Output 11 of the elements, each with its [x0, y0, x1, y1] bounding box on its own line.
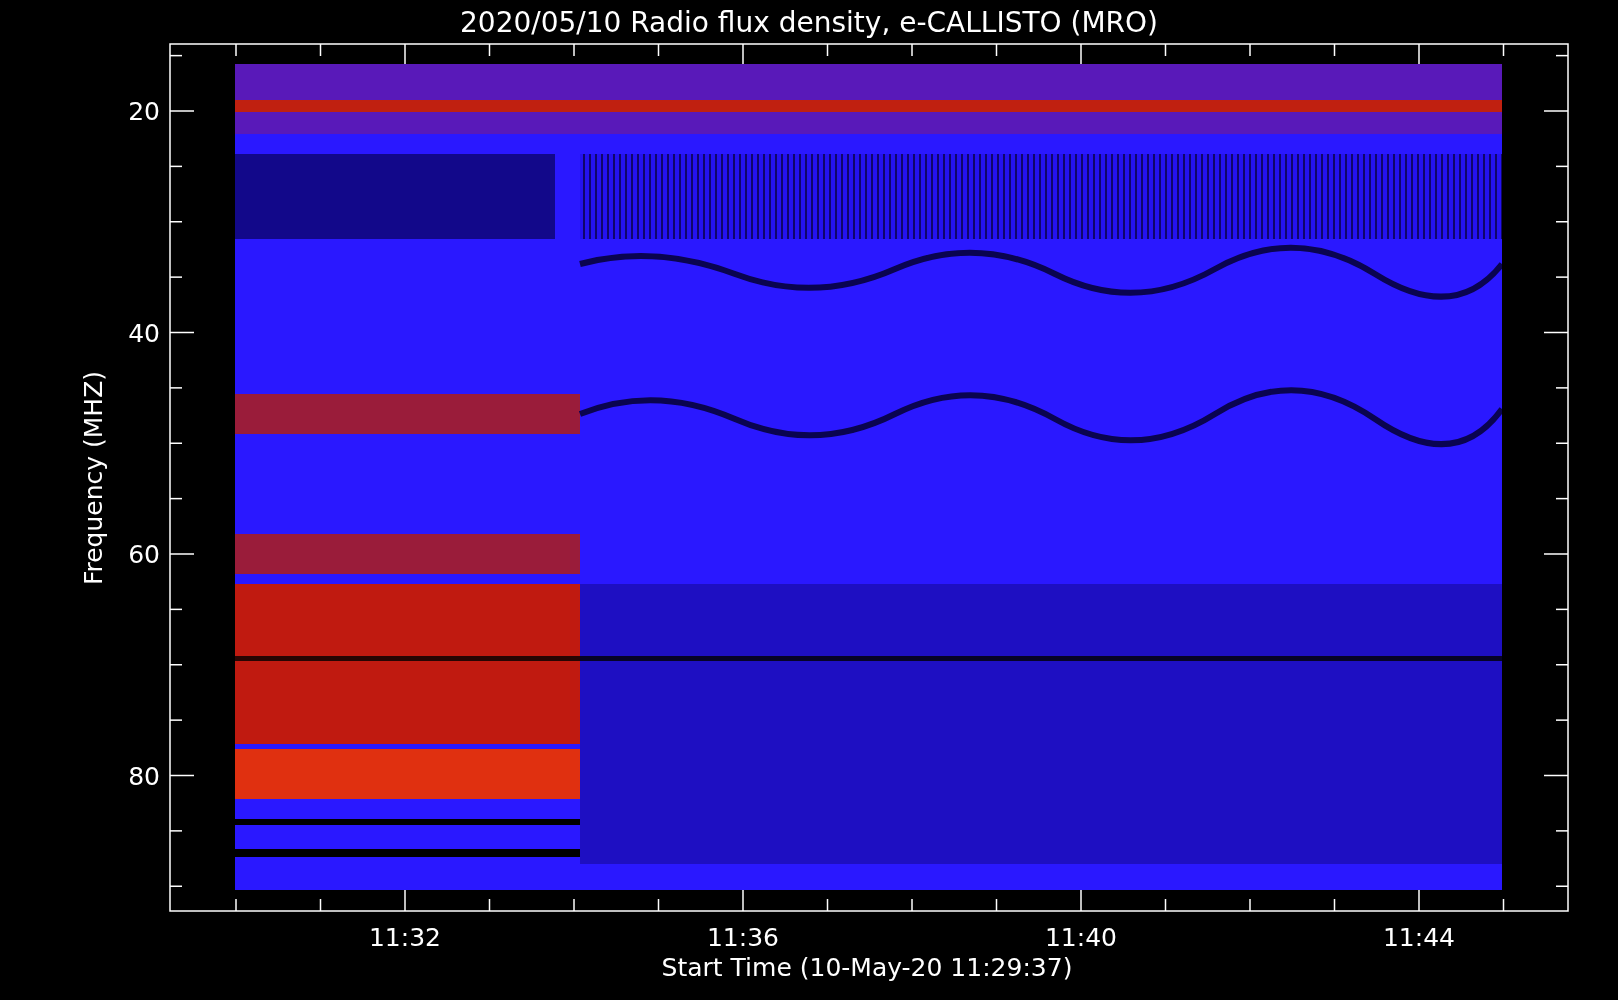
y-tick-label: 20: [128, 97, 160, 126]
x-tick-label: 11:32: [369, 923, 441, 952]
x-tick-label: 11:36: [707, 923, 779, 952]
chart-title: 2020/05/10 Radio flux density, e-CALLISTO (MRO): [460, 6, 1158, 39]
x-axis-label: Start Time (10-May-20 11:29:37): [661, 953, 1073, 982]
y-tick-label: 60: [128, 540, 160, 569]
y-tick-label: 40: [128, 318, 160, 348]
x-tick-label: 11:40: [1045, 923, 1117, 952]
x-tick-label: 11:44: [1383, 923, 1455, 952]
y-tick-label: 80: [128, 761, 160, 791]
y-axis-label: Frequency (MHZ): [79, 370, 108, 586]
